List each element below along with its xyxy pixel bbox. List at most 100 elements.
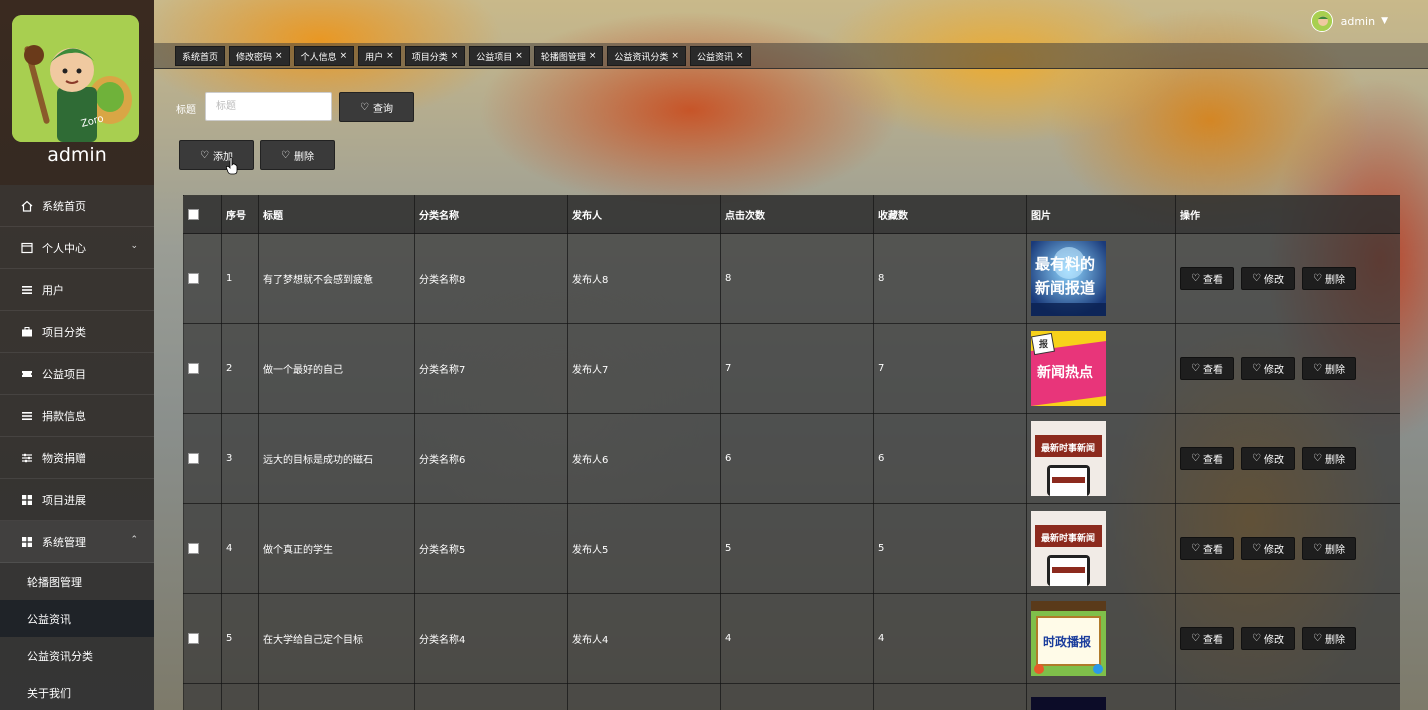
close-icon[interactable]: × xyxy=(671,51,679,61)
select-all-cell xyxy=(183,195,222,234)
sidebar-subitem-charity-news[interactable]: 公益资讯 xyxy=(0,600,154,637)
sidebar-subitem-carousel[interactable]: 轮播图管理 xyxy=(0,563,154,600)
sidebar-item-donation-info[interactable]: 捐款信息 xyxy=(0,395,154,437)
close-icon[interactable]: × xyxy=(589,51,597,61)
list-icon xyxy=(20,409,34,423)
grid-icon xyxy=(20,535,34,549)
view-button[interactable]: ♡ 查看 xyxy=(1180,357,1234,380)
sidebar-item-label: 项目进展 xyxy=(42,493,86,507)
latest-news-image: 最新时事新闻 xyxy=(1031,421,1106,496)
sidebar-item-system-management[interactable]: 系统管理 ⌃ xyxy=(0,521,154,563)
tab-home[interactable]: 系统首页 xyxy=(175,46,226,66)
publisher-cell: 发布人5 xyxy=(567,503,721,594)
select-all-checkbox[interactable] xyxy=(188,208,199,220)
sidebar-item-label: 物资捐赠 xyxy=(42,451,86,465)
close-icon[interactable]: × xyxy=(340,51,348,61)
sidebar-item-project-category[interactable]: 项目分类 xyxy=(0,311,154,353)
avatar[interactable]: Zoro xyxy=(12,15,139,142)
tab-change-password[interactable]: 修改密码 × xyxy=(229,46,290,66)
svg-text:最有料的: 最有料的 xyxy=(1035,255,1095,273)
delete-button[interactable]: ♡ 删除 xyxy=(260,140,335,170)
heart-icon: ♡ xyxy=(1313,363,1322,374)
row-checkbox[interactable] xyxy=(188,542,199,554)
row-checkbox[interactable] xyxy=(188,452,199,464)
view-button-label: 查看 xyxy=(1202,275,1223,286)
clicks-cell: 8 xyxy=(720,233,874,324)
actions-cell: ♡ 查看 ♡ 修改 ♡ 删除 xyxy=(1175,323,1400,414)
sidebar-subitem-about-us[interactable]: 关于我们 xyxy=(0,674,154,710)
row-checkbox[interactable] xyxy=(188,362,199,374)
tab-project-category[interactable]: 项目分类 × xyxy=(404,46,466,66)
row-delete-button[interactable]: ♡ 删除 xyxy=(1302,627,1356,650)
edit-button[interactable]: ♡ 修改 xyxy=(1241,357,1295,380)
edit-button-label: 修改 xyxy=(1263,545,1284,556)
sidebar-item-charity-projects[interactable]: 公益项目 xyxy=(0,353,154,395)
delete-button-label: 删除 xyxy=(293,151,314,163)
tab-label: 公益资讯分类 xyxy=(614,52,669,63)
edit-button[interactable]: ♡ 修改 xyxy=(1241,447,1295,470)
heart-icon: ♡ xyxy=(1191,633,1200,644)
publisher-cell: 发布人4 xyxy=(567,593,721,684)
close-icon[interactable]: × xyxy=(386,51,394,61)
latest-news-image: 最新时事新闻 xyxy=(1031,511,1106,586)
tab-charity-news-category[interactable]: 公益资讯分类 × xyxy=(607,46,686,66)
edit-button[interactable]: ♡ 修改 xyxy=(1241,627,1295,650)
sidebar-item-personal-center[interactable]: 个人中心 ⌄ xyxy=(0,227,154,269)
close-icon[interactable]: × xyxy=(515,51,523,61)
view-button[interactable]: ♡ 查看 xyxy=(1180,627,1234,650)
row-select-cell xyxy=(183,413,222,504)
heart-icon: ♡ xyxy=(1313,273,1322,284)
row-select-cell xyxy=(183,323,222,414)
heart-icon: ♡ xyxy=(1191,363,1200,374)
row-delete-button-label: 删除 xyxy=(1324,455,1345,466)
close-icon[interactable]: × xyxy=(275,51,283,61)
view-button-label: 查看 xyxy=(1202,455,1223,466)
home-icon xyxy=(20,199,34,213)
sidebar-item-material-donation[interactable]: 物资捐赠 xyxy=(0,437,154,479)
heart-icon: ♡ xyxy=(1313,633,1322,644)
edit-button-label: 修改 xyxy=(1263,275,1284,286)
row-delete-button[interactable]: ♡ 删除 xyxy=(1302,267,1356,290)
hand-cursor-icon xyxy=(226,157,238,175)
row-select-cell xyxy=(183,593,222,684)
row-checkbox[interactable] xyxy=(188,632,199,644)
add-button[interactable]: ♡ 添加 xyxy=(179,140,254,170)
sidebar-item-users[interactable]: 用户 xyxy=(0,269,154,311)
row-delete-button[interactable]: ♡ 删除 xyxy=(1302,447,1356,470)
favorites-cell: 5 xyxy=(873,503,1027,594)
edit-button[interactable]: ♡ 修改 xyxy=(1241,537,1295,560)
tab-carousel[interactable]: 轮播图管理 × xyxy=(533,46,604,66)
row-select-cell xyxy=(183,503,222,594)
title-cell: 有了梦想就不会感到疲惫 xyxy=(258,233,415,324)
tab-charity-projects[interactable]: 公益项目 × xyxy=(469,46,530,66)
sidebar-item-home[interactable]: 系统首页 xyxy=(0,185,154,227)
clicks-cell: 6 xyxy=(720,413,874,504)
header-user-menu[interactable]: admin ▼ xyxy=(1310,10,1388,32)
close-icon[interactable]: × xyxy=(736,51,744,61)
edit-button[interactable]: ♡ 修改 xyxy=(1241,267,1295,290)
sidebar-item-label: 系统首页 xyxy=(42,199,86,213)
heart-icon: ♡ xyxy=(1313,543,1322,554)
row-delete-button[interactable]: ♡ 删除 xyxy=(1302,537,1356,560)
tab-users[interactable]: 用户 × xyxy=(358,46,401,66)
index-cell: 3 xyxy=(221,413,259,504)
actions-cell: ♡ 查看 ♡ 修改 ♡ 删除 xyxy=(1175,233,1400,324)
row-delete-button[interactable]: ♡ 删除 xyxy=(1302,357,1356,380)
column-header: 序号 xyxy=(221,195,259,234)
row-delete-button-label: 删除 xyxy=(1324,275,1345,286)
view-button[interactable]: ♡ 查看 xyxy=(1180,267,1234,290)
sidebar-subitem-label: 轮播图管理 xyxy=(27,575,82,589)
query-button[interactable]: ♡ 查询 xyxy=(339,92,414,122)
view-button[interactable]: ♡ 查看 xyxy=(1180,537,1234,560)
tab-personal-info[interactable]: 个人信息 × xyxy=(293,46,355,66)
search-input[interactable] xyxy=(205,92,332,121)
heart-icon: ♡ xyxy=(1191,273,1200,284)
column-header: 操作 xyxy=(1175,195,1400,234)
tab-charity-news[interactable]: 公益资讯 × xyxy=(689,46,751,66)
view-button[interactable]: ♡ 查看 xyxy=(1180,447,1234,470)
close-icon[interactable]: × xyxy=(451,51,459,61)
sidebar-subitem-charity-news-category[interactable]: 公益资讯分类 xyxy=(0,637,154,674)
sidebar-item-project-progress[interactable]: 项目进展 xyxy=(0,479,154,521)
row-checkbox[interactable] xyxy=(188,272,199,284)
chevron-down-icon: ⌄ xyxy=(130,241,138,251)
